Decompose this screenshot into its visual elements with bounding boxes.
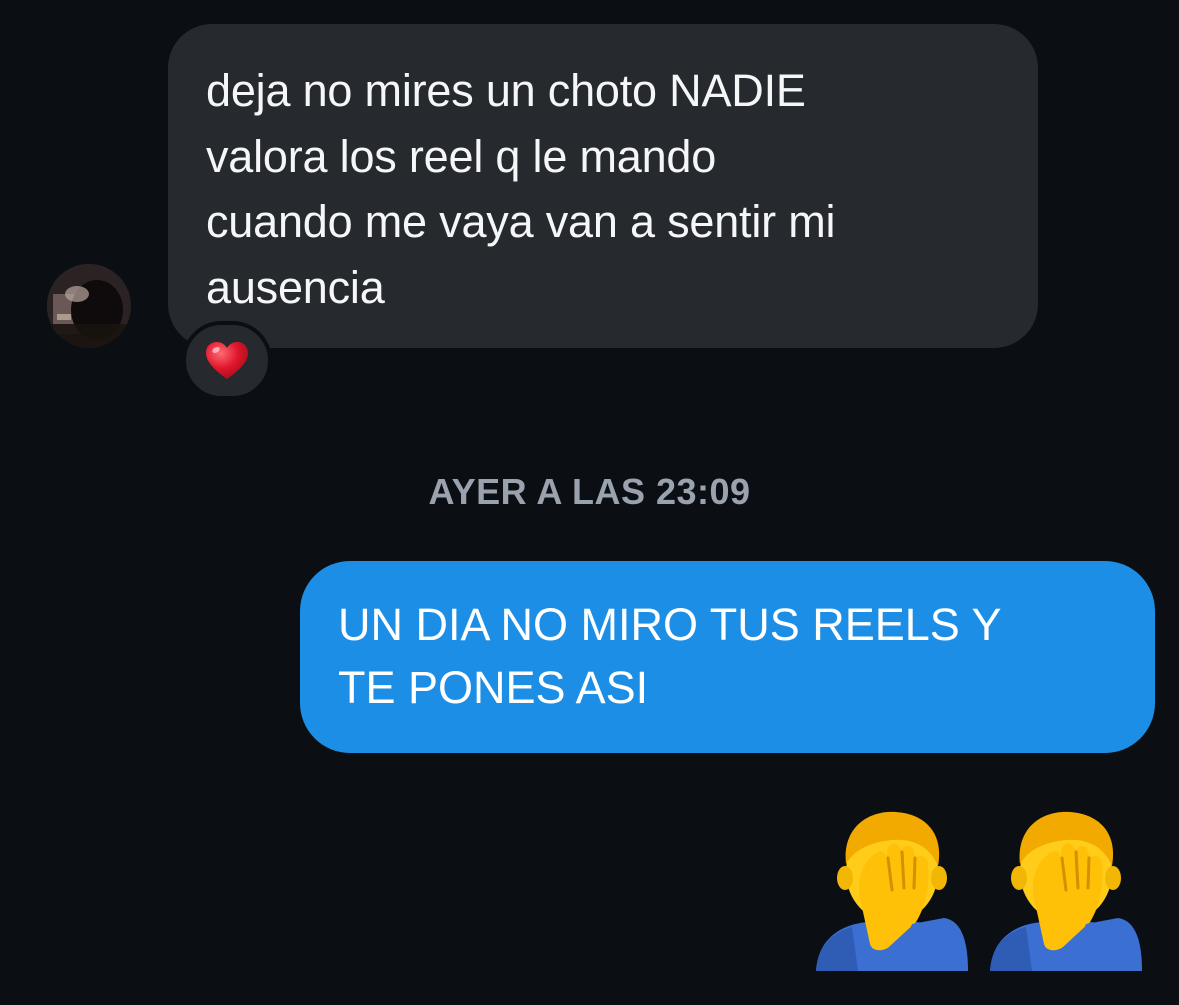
avatar-image xyxy=(47,264,131,348)
incoming-message-text: deja no mires un choto NADIE valora los … xyxy=(206,65,836,313)
message-timestamp: AYER A LAS 23:09 xyxy=(428,471,751,512)
incoming-message-bubble[interactable]: deja no mires un choto NADIE valora los … xyxy=(168,24,1038,348)
contact-avatar[interactable] xyxy=(47,264,131,348)
outgoing-message-text: UN DIA NO MIRO TUS REELS Y TE PONES ASI xyxy=(338,599,1002,713)
outgoing-message-bubble[interactable]: UN DIA NO MIRO TUS REELS Y TE PONES ASI xyxy=(300,561,1155,753)
facepalm-emoji-1[interactable] xyxy=(812,806,972,971)
message-reaction[interactable] xyxy=(182,321,272,400)
facepalm-emoji-2[interactable] xyxy=(986,806,1146,971)
man-facepalming-icon xyxy=(816,811,968,971)
heart-icon xyxy=(206,341,248,379)
man-facepalming-icon xyxy=(990,811,1142,971)
